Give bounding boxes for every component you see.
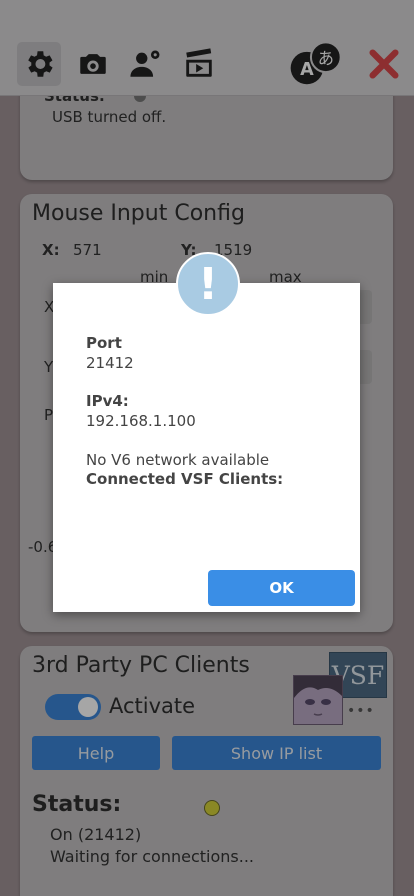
port-value: 21412 [86, 354, 134, 372]
connected-clients-label: Connected VSF Clients: [86, 470, 284, 488]
v6-status-text: No V6 network available [86, 451, 270, 469]
alert-icon: ! [176, 252, 240, 316]
ipv4-label: IPv4: [86, 392, 129, 410]
ipv4-value: 192.168.1.100 [86, 412, 196, 430]
network-info-dialog: Port 21412 IPv4: 192.168.1.100 No V6 net… [53, 283, 360, 612]
app-screen: Status: USB turned off. Mouse Input Conf… [0, 0, 414, 896]
port-label: Port [86, 334, 122, 352]
ok-button[interactable]: OK [208, 570, 355, 606]
